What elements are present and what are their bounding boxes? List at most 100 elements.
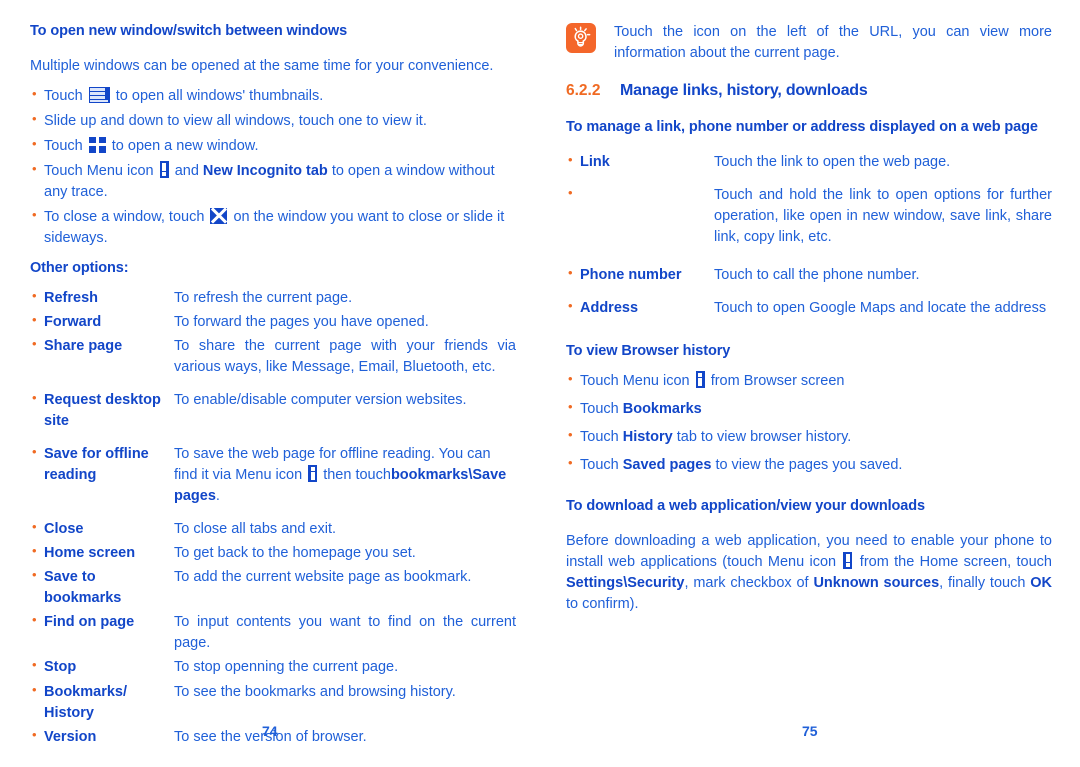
list-item: Touch Menu icon and New Incognito tab to… bbox=[30, 160, 516, 203]
option-row-request-desktop-site: Request desktop site To enable/disable c… bbox=[30, 389, 516, 432]
section-number: 6.2.2 bbox=[566, 82, 601, 100]
bullet-text: Slide up and down to view all windows, t… bbox=[44, 112, 427, 129]
desc-text-mid: then touch bbox=[323, 467, 391, 484]
browser-history-list: Touch Menu icon from Browser screen Touc… bbox=[566, 370, 1052, 476]
list-item: To close a window, touch on the window y… bbox=[30, 206, 516, 249]
bullet-bold-term: Bookmarks bbox=[622, 401, 702, 418]
section-heading: 6.2.2 Manage links, history, downloads bbox=[566, 82, 1052, 100]
option-term: Home screen bbox=[30, 542, 168, 564]
list-item: Touch Menu icon from Browser screen bbox=[566, 370, 1052, 392]
lightbulb-icon bbox=[566, 23, 596, 53]
manage-link-heading: To manage a link, phone number or addres… bbox=[566, 119, 1038, 136]
download-text-2: from the Home screen, touch bbox=[859, 553, 1052, 570]
download-heading: To download a web application/view your … bbox=[566, 498, 925, 515]
link-desc: Touch to call the phone number. bbox=[714, 266, 920, 283]
list-item: Touch Saved pages to view the pages you … bbox=[566, 454, 1052, 476]
menu-icon bbox=[843, 551, 853, 569]
browser-history-heading: To view Browser history bbox=[566, 342, 731, 359]
download-bold-ok: OK bbox=[1030, 574, 1052, 591]
bullet-text-post: to open all windows' thumbnails. bbox=[115, 87, 324, 104]
section-title: Manage links, history, downloads bbox=[620, 82, 868, 100]
bullet-bold-term: New Incognito tab bbox=[202, 162, 328, 179]
tip-text: Touch the icon on the left of the URL, y… bbox=[614, 24, 1052, 62]
link-rows-list: Link Touch the link to open the web page… bbox=[566, 151, 1052, 319]
bullet-text-mid: and bbox=[174, 162, 199, 179]
option-row-forward: Forward To forward the pages you have op… bbox=[30, 311, 516, 333]
option-desc: To close all tabs and exit. bbox=[174, 521, 337, 538]
option-term: Find on page bbox=[30, 611, 168, 654]
option-desc: To enable/disable computer version websi… bbox=[174, 392, 467, 409]
menu-icon bbox=[308, 465, 318, 483]
option-row-close: Close To close all tabs and exit. bbox=[30, 518, 516, 540]
link-row-link: Link Touch the link to open the web page… bbox=[566, 151, 1052, 173]
page-number-left: 74 bbox=[262, 723, 278, 739]
link-row-phone-number: Phone number Touch to call the phone num… bbox=[566, 264, 1052, 286]
tip-box: Touch the icon on the left of the URL, y… bbox=[566, 22, 1052, 64]
option-desc: To stop openning the current page. bbox=[174, 659, 399, 676]
option-desc: To add the current website page as bookm… bbox=[174, 569, 472, 586]
page-number-right: 75 bbox=[802, 723, 818, 739]
option-row-bookmarks-history: Bookmarks/ History To see the bookmarks … bbox=[30, 680, 516, 724]
bullet-text-post: tab to view browser history. bbox=[676, 429, 852, 446]
option-term: Save to bookmarks bbox=[30, 566, 168, 609]
windows-thumbnails-icon bbox=[88, 86, 110, 103]
link-desc: Touch and hold the link to open options … bbox=[714, 186, 1052, 245]
download-text-4: , finally touch bbox=[939, 574, 1026, 591]
link-term: Link bbox=[566, 151, 708, 173]
link-term: Phone number bbox=[566, 264, 708, 286]
option-desc: To share the current page with your frie… bbox=[174, 338, 516, 376]
bullet-text-pre: Touch bbox=[44, 87, 83, 104]
bullet-text-post: from Browser screen bbox=[710, 373, 845, 390]
list-item: Touch to open a new window. bbox=[30, 135, 516, 157]
list-item: Touch Bookmarks bbox=[566, 398, 1052, 420]
option-term: Refresh bbox=[30, 287, 168, 309]
option-row-refresh: Refresh To refresh the current page. bbox=[30, 287, 516, 309]
link-row-address: Address Touch to open Google Maps and lo… bbox=[566, 297, 1052, 319]
download-bold-settings: Settings\Security bbox=[566, 574, 685, 591]
option-desc: To refresh the current page. bbox=[174, 290, 353, 307]
option-desc: To see the bookmarks and browsing histor… bbox=[174, 683, 456, 700]
option-row-save-for-offline-reading: Save for offline reading To save the web… bbox=[30, 443, 516, 507]
bullet-text-pre: Touch bbox=[580, 401, 619, 418]
option-row-share-page: Share page To share the current page wit… bbox=[30, 335, 516, 378]
option-desc: To input contents you want to find on th… bbox=[174, 614, 516, 652]
left-page-column: To open new window/switch between window… bbox=[30, 22, 516, 751]
bullet-bold-term: Saved pages bbox=[622, 457, 712, 474]
menu-icon bbox=[159, 160, 169, 178]
option-row-save-to-bookmarks: Save to bookmarks To add the current web… bbox=[30, 566, 516, 609]
option-term: Request desktop site bbox=[30, 389, 168, 432]
option-row-stop: Stop To stop openning the current page. bbox=[30, 656, 516, 678]
link-row-link-hold: Touch and hold the link to open options … bbox=[566, 184, 1052, 248]
option-term: Version bbox=[30, 726, 168, 748]
option-desc: To get back to the homepage you set. bbox=[174, 545, 416, 562]
bullet-text-pre: Touch bbox=[580, 429, 619, 446]
manual-spread: To open new window/switch between window… bbox=[0, 0, 1080, 767]
download-text-3: , mark checkbox of bbox=[684, 574, 809, 591]
left-page-intro: Multiple windows can be opened at the sa… bbox=[30, 57, 494, 74]
option-term: Close bbox=[30, 518, 168, 540]
link-desc: Touch the link to open the web page. bbox=[714, 153, 951, 170]
list-item: Slide up and down to view all windows, t… bbox=[30, 110, 516, 132]
option-term: Share page bbox=[30, 335, 168, 378]
option-term: Bookmarks/ History bbox=[30, 680, 168, 724]
option-term: Save for offline reading bbox=[30, 443, 168, 507]
option-desc: To forward the pages you have opened. bbox=[174, 314, 429, 331]
new-window-plus-icon bbox=[88, 136, 106, 153]
option-row-home-screen: Home screen To get back to the homepage … bbox=[30, 542, 516, 564]
desc-text-post: . bbox=[215, 488, 220, 505]
option-term: Forward bbox=[30, 311, 168, 333]
window-actions-list: Touch to open all windows' thumbnails. S… bbox=[30, 85, 516, 249]
link-term: Address bbox=[566, 297, 708, 319]
right-page-column: Touch the icon on the left of the URL, y… bbox=[566, 22, 1052, 624]
download-paragraph: Before downloading a web application, yo… bbox=[566, 531, 1052, 615]
option-term: Stop bbox=[30, 656, 168, 678]
bullet-text-pre: To close a window, touch bbox=[44, 208, 205, 225]
bullet-text-pre: Touch bbox=[44, 137, 83, 154]
link-desc: Touch to open Google Maps and locate the… bbox=[714, 299, 1047, 316]
close-window-icon bbox=[210, 207, 228, 224]
left-page-heading: To open new window/switch between window… bbox=[30, 23, 348, 39]
option-desc: To see the version of browser. bbox=[174, 728, 367, 745]
other-options-heading: Other options: bbox=[30, 259, 129, 276]
download-text-5: to confirm). bbox=[566, 595, 639, 612]
bullet-text-pre: Touch Menu icon bbox=[44, 162, 154, 179]
